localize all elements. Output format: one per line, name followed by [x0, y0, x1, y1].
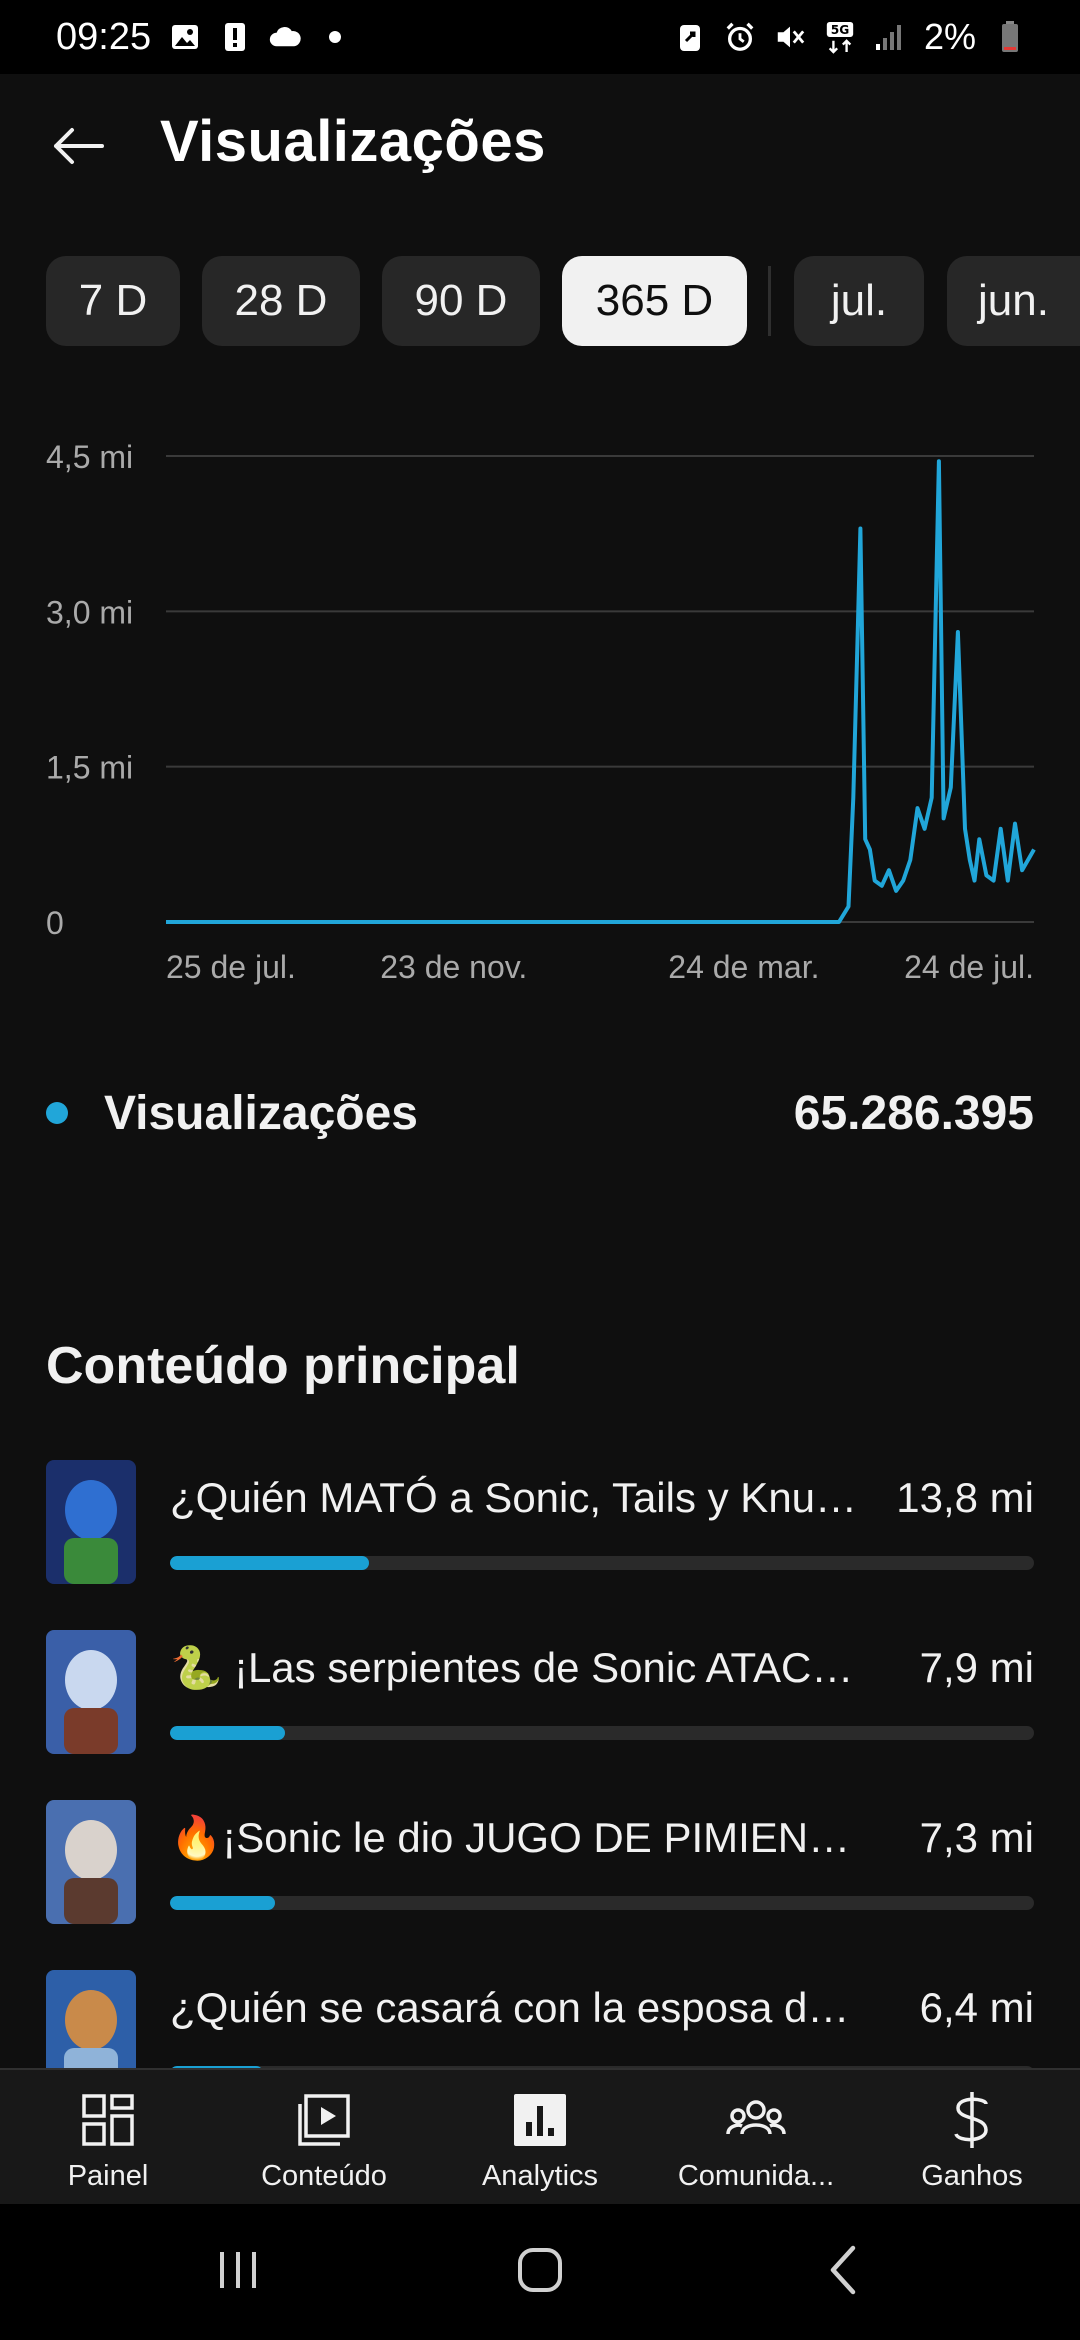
video-views: 7,3 mi: [919, 1814, 1034, 1861]
page-title: Visualizações: [160, 109, 546, 174]
alert-icon: [219, 21, 251, 53]
views-bar-fill: [170, 1726, 285, 1740]
views-bar-fill: [170, 1556, 369, 1570]
system-back-button[interactable]: [802, 2242, 882, 2302]
analytics-icon: [510, 2090, 570, 2150]
list-item[interactable]: ¿Quién MATÓ a Sonic, Tails y Knuckles? 1…: [0, 1460, 1080, 1590]
thumbnail-figure: [65, 1480, 117, 1540]
legend-label: Visualizações: [104, 1087, 418, 1140]
status-left: 09:25: [56, 16, 351, 59]
video-title: ¿Quién MATÓ a Sonic, Tails y Knuckles?: [170, 1474, 870, 1521]
recents-button[interactable]: [198, 2242, 278, 2302]
chip-jul[interactable]: jul.: [794, 256, 924, 346]
list-item[interactable]: 🐍 ¡Las serpientes de Sonic ATACAN! 7,9 m…: [0, 1630, 1080, 1760]
thumbnail-figure: [65, 1650, 117, 1710]
nav-label: Analytics: [481, 2160, 599, 2192]
views-bar-track: [170, 1726, 1034, 1740]
cloud-icon: [269, 21, 301, 53]
y-tick-label: 1,5 mi: [46, 750, 133, 786]
video-views: 7,9 mi: [919, 1644, 1034, 1691]
video-views: 6,4 mi: [919, 1984, 1034, 2031]
list-item[interactable]: 🔥¡Sonic le dio JUGO DE PIMIENTA! 7,3 mi: [0, 1800, 1080, 1930]
thumbnail-body: [64, 1708, 118, 1754]
nav-item-analytics[interactable]: Analytics: [432, 2070, 648, 2206]
system-nav-bar: [0, 2204, 1080, 2340]
list-item[interactable]: ¿Quién se casará con la esposa de Sonic?…: [0, 1970, 1080, 2070]
period-chip-bar: 7 D 28 D 90 D 365 D jul. jun.: [0, 256, 1080, 346]
section-title-top-content: Conteúdo principal: [46, 1337, 520, 1395]
views-series-line: [166, 459, 1036, 924]
chip-7d[interactable]: 7 D: [46, 256, 180, 346]
dollar-icon: [942, 2090, 1002, 2150]
nav-label: Comunida...: [677, 2160, 835, 2192]
video-thumbnail: [46, 1630, 136, 1754]
views-chart[interactable]: 0 1,5 mi 3,0 mi 4,5 mi 25 de jul. 23 de nov. 2…: [0, 420, 1080, 1000]
video-thumbnail: [46, 1800, 136, 1924]
chip-divider: [768, 266, 771, 336]
bottom-nav: Painel Conteúdo Analytics Comunida... Ga…: [0, 2068, 1080, 2204]
community-icon: [726, 2090, 786, 2150]
5g-icon: 5G: [824, 21, 856, 54]
battery-percent: 2%: [923, 16, 976, 57]
nav-item-comunidade[interactable]: Comunida...: [648, 2070, 864, 2206]
video-views: 13,8 mi: [896, 1474, 1034, 1521]
video-title: ¿Quién se casará con la esposa de Sonic?: [170, 1984, 870, 2031]
nav-item-ganhos[interactable]: Ganhos: [864, 2070, 1080, 2206]
views-chart-svg: 0 1,5 mi 3,0 mi 4,5 mi 25 de jul. 23 de nov. 2…: [46, 439, 1036, 985]
top-content-list: ¿Quién MATÓ a Sonic, Tails y Knuckles? 1…: [0, 1460, 1080, 2070]
thumbnail-body: [64, 1878, 118, 1924]
legend-row: Visualizações 65.286.395: [0, 1080, 1080, 1160]
recents-icon: [214, 2248, 262, 2297]
y-tick-label: 0: [46, 905, 64, 941]
content-play-icon: [294, 2090, 354, 2150]
alarm-icon: [724, 21, 756, 53]
image-icon: [169, 21, 201, 53]
legend-dot: [46, 1102, 68, 1124]
y-tick-label: 3,0 mi: [46, 594, 133, 630]
dashboard-icon: [78, 2090, 138, 2150]
y-tick-label: 4,5 mi: [46, 439, 133, 475]
battery-icon: [994, 21, 1026, 53]
views-bar-track: [170, 1556, 1034, 1570]
status-right: 5G 2%: [674, 16, 1026, 58]
back-icon: [825, 2244, 859, 2301]
nav-label: Conteúdo: [261, 2160, 387, 2192]
total-views-value: 65.286.395: [793, 1087, 1034, 1140]
mute-icon: [774, 21, 806, 53]
views-bar-track: [170, 1896, 1034, 1910]
thumbnail-body: [64, 2048, 118, 2070]
svg-text:5G: 5G: [831, 23, 850, 37]
video-thumbnail: [46, 1460, 136, 1584]
chip-28d[interactable]: 28 D: [202, 256, 360, 346]
x-tick-label: 23 de nov.: [380, 949, 527, 985]
nav-label: Painel: [67, 2160, 149, 2192]
arrow-left-icon: [50, 126, 106, 171]
thumbnail-figure: [65, 1990, 117, 2050]
video-title: 🐍 ¡Las serpientes de Sonic ATACAN!: [170, 1644, 870, 1691]
status-bar: 09:25 5G 2%: [0, 0, 1080, 74]
thumbnail-figure: [65, 1820, 117, 1880]
video-title: 🔥¡Sonic le dio JUGO DE PIMIENTA!: [170, 1814, 870, 1861]
nav-label: Ganhos: [921, 2160, 1023, 2192]
x-tick-label: 24 de mar.: [668, 949, 819, 985]
video-thumbnail: [46, 1970, 136, 2070]
thumbnail-body: [64, 1538, 118, 1584]
home-icon: [515, 2245, 565, 2300]
home-button[interactable]: [500, 2242, 580, 2302]
chip-365d[interactable]: 365 D: [562, 256, 747, 346]
battery-saver-icon: [674, 21, 706, 53]
views-bar-fill: [170, 1896, 276, 1910]
chip-jun[interactable]: jun.: [947, 256, 1080, 346]
dot-icon: [319, 21, 351, 53]
back-button[interactable]: [40, 110, 116, 186]
chip-90d[interactable]: 90 D: [382, 256, 540, 346]
app-header: Visualizações: [0, 74, 1080, 214]
nav-item-conteudo[interactable]: Conteúdo: [216, 2070, 432, 2206]
x-tick-label: 24 de jul.: [904, 949, 1034, 985]
signal-icon: [874, 21, 906, 53]
x-tick-label: 25 de jul.: [166, 949, 296, 985]
nav-item-painel[interactable]: Painel: [0, 2070, 216, 2206]
status-time: 09:25: [56, 15, 152, 58]
